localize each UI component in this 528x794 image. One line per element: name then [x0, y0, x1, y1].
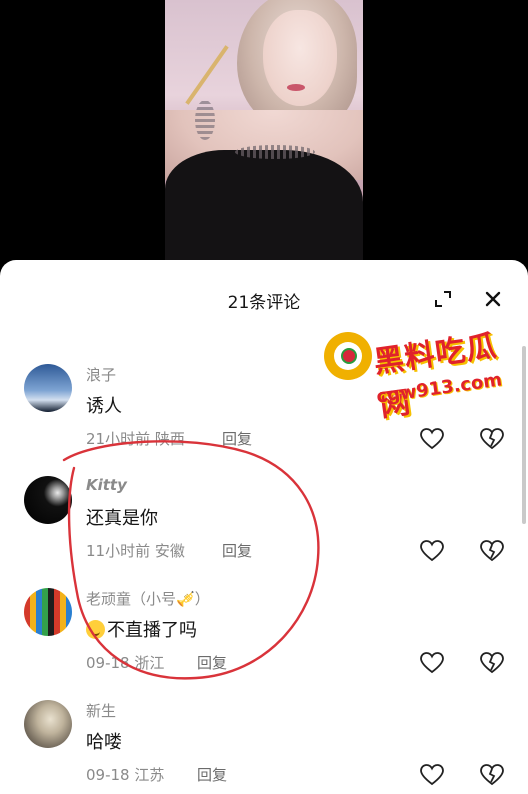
comment-username[interactable]: 浪子: [86, 364, 116, 385]
video-face: [263, 10, 337, 106]
video-tattoo-chest: [235, 145, 315, 159]
comment-time: 09-18: [86, 766, 130, 784]
broken-heart-icon[interactable]: [480, 764, 504, 786]
comment-text: 不直播了吗: [86, 616, 197, 642]
comment-meta: 09-18 浙江: [86, 652, 164, 673]
avatar[interactable]: [24, 364, 72, 412]
comment-username-text: 老顽童（小号: [86, 590, 177, 608]
comment-meta: 21小时前 陕西: [86, 428, 185, 449]
comment-location: 安徽: [154, 542, 185, 560]
comment-time: 21小时前: [86, 430, 151, 448]
broken-heart-icon[interactable]: [480, 652, 504, 674]
comment-username[interactable]: 老顽童（小号🎺）: [86, 588, 210, 609]
comment-username[interactable]: 新生: [86, 700, 116, 721]
smile-emoji-icon: [86, 620, 105, 639]
heart-outline-icon[interactable]: [420, 428, 444, 450]
scrollbar[interactable]: [522, 346, 526, 524]
watermark-logo: [324, 332, 372, 380]
reply-button[interactable]: 回复: [222, 540, 252, 561]
avatar[interactable]: [24, 588, 72, 636]
comment-username[interactable]: Kitty: [86, 476, 127, 494]
comment-location: 陕西: [154, 430, 185, 448]
video-clothing: [165, 150, 363, 272]
heart-outline-icon[interactable]: [420, 764, 444, 786]
broken-heart-icon[interactable]: [480, 428, 504, 450]
video-pencil: [185, 45, 229, 105]
comment-username-suffix: ）: [194, 590, 210, 608]
video-lips: [287, 84, 305, 91]
heart-outline-icon[interactable]: [420, 652, 444, 674]
comment-text: 哈喽: [86, 732, 122, 753]
comment-time: 09-18: [86, 654, 130, 672]
close-icon[interactable]: [484, 290, 502, 308]
comment-text: 还真是你: [86, 508, 158, 529]
avatar[interactable]: [24, 700, 72, 748]
reply-button[interactable]: 回复: [222, 428, 252, 449]
expand-icon[interactable]: [434, 290, 452, 308]
comment-meta: 09-18 江苏: [86, 764, 164, 785]
comment-meta: 11小时前 安徽: [86, 540, 185, 561]
watermark: 黑料吃瓜网 cgw913.com: [322, 324, 512, 424]
avatar[interactable]: [24, 476, 72, 524]
reply-button[interactable]: 回复: [197, 764, 227, 785]
comment-time: 11小时前: [86, 542, 151, 560]
comment-text-body: 不直播了吗: [107, 620, 197, 641]
trumpet-icon: 🎺: [176, 590, 195, 608]
heart-outline-icon[interactable]: [420, 540, 444, 562]
comment-text: 诱人: [86, 396, 122, 417]
broken-heart-icon[interactable]: [480, 540, 504, 562]
comment-location: 江苏: [134, 766, 165, 784]
video-tattoo-left: [195, 100, 215, 140]
comments-sheet: 21条评论 黑料吃瓜网 cgw913.com 浪子 诱人 21小时前 陕西 回复: [0, 260, 528, 794]
comment-location: 浙江: [134, 654, 165, 672]
video-frame[interactable]: [165, 0, 363, 272]
reply-button[interactable]: 回复: [197, 652, 227, 673]
